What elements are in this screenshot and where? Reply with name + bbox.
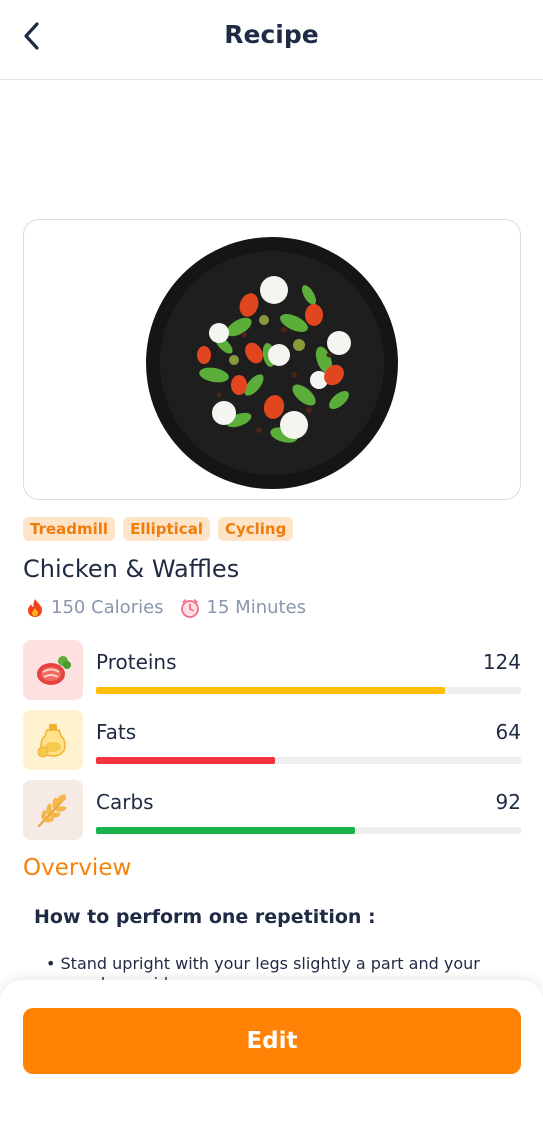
progress-fill	[96, 827, 356, 834]
flame-icon	[28, 598, 42, 617]
nutrient-name: Proteins	[96, 650, 177, 674]
progress-track	[96, 687, 521, 694]
nutrient-row-fats: Fats 64	[23, 710, 521, 770]
instruction-item: • Stand upright with your legs slightly …	[46, 954, 480, 982]
nutrient-icon-box	[23, 640, 83, 700]
duration-info: 15 Minutes	[180, 597, 306, 618]
tag-list: Treadmill Elliptical Cycling	[23, 517, 294, 541]
nutrient-row-carbs: Carbs 92	[23, 780, 521, 840]
nutrient-value: 124	[482, 650, 521, 674]
recipe-title: Chicken & Waffles	[23, 555, 240, 583]
overview-label: Overview	[23, 855, 132, 881]
tag-treadmill[interactable]: Treadmill	[23, 517, 116, 541]
edit-button[interactable]: Edit	[23, 1008, 521, 1074]
nutrient-icon-box	[23, 780, 83, 840]
tag-cycling[interactable]: Cycling	[217, 517, 294, 541]
nutrient-name: Carbs	[96, 790, 154, 814]
progress-fill	[96, 757, 275, 764]
progress-track	[96, 827, 521, 834]
oil-bottle-icon	[37, 724, 66, 758]
nutrient-row-proteins: Proteins 124	[23, 640, 521, 700]
calories-info: 150 Calories	[26, 597, 164, 618]
duration-text: 15 Minutes	[206, 597, 307, 618]
meat-icon	[37, 656, 71, 685]
nutrient-name: Fats	[96, 720, 137, 744]
progress-track	[96, 757, 521, 764]
dish-image-card	[23, 219, 521, 500]
nutrient-value: 92	[495, 790, 521, 814]
header: Recipe	[0, 0, 543, 80]
nutrient-icon-box	[23, 710, 83, 770]
tag-elliptical[interactable]: Elliptical	[123, 517, 210, 541]
nutrient-value: 64	[495, 720, 521, 744]
wheat-icon	[37, 794, 67, 828]
bottom-action-sheet: Edit	[0, 980, 543, 1125]
instructions-heading: How to perform one repetition :	[34, 906, 376, 928]
page-title: Recipe	[224, 20, 319, 49]
salad-plate-icon	[146, 237, 398, 489]
clock-icon	[180, 598, 199, 618]
recipe-meta: 150 Calories 15 Minutes	[26, 597, 322, 618]
progress-fill	[96, 687, 445, 694]
calories-text: 150 Calories	[51, 597, 164, 618]
